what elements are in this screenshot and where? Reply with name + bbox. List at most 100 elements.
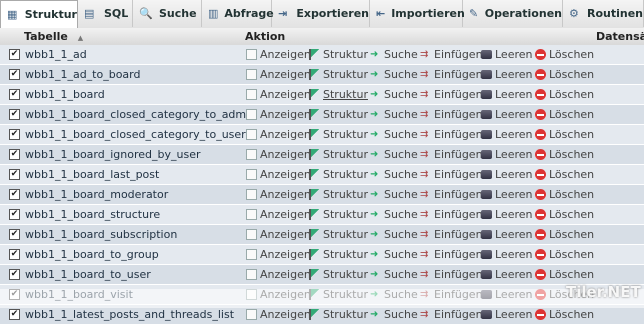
row-checkbox[interactable]: ✔: [9, 169, 20, 180]
action-empty[interactable]: Leeren: [481, 108, 533, 121]
table-name-link[interactable]: wbb1_1_board_closed_category_to_admin: [25, 108, 256, 121]
row-checkbox[interactable]: ✔: [9, 109, 20, 120]
table-name-link[interactable]: wbb1_1_board: [25, 88, 105, 101]
tab-struktur[interactable]: ▦ Struktur: [0, 0, 78, 29]
table-name-link[interactable]: wbb1_1_board_to_group: [25, 248, 159, 261]
action-drop[interactable]: Löschen: [535, 208, 594, 221]
row-checkbox[interactable]: ✔: [9, 249, 20, 260]
action-view[interactable]: Anzeigen: [246, 68, 311, 81]
action-view[interactable]: Anzeigen: [246, 248, 311, 261]
action-structure[interactable]: Struktur: [309, 188, 368, 201]
row-checkbox[interactable]: ✔: [9, 229, 20, 240]
action-search[interactable]: ➜ Suche: [370, 168, 418, 181]
column-header-table[interactable]: Tabelle ▲: [24, 30, 83, 43]
action-empty[interactable]: Leeren: [481, 88, 533, 101]
action-structure[interactable]: Struktur: [309, 128, 368, 141]
action-drop[interactable]: Löschen: [535, 128, 594, 141]
action-drop[interactable]: Löschen: [535, 68, 594, 81]
action-drop[interactable]: Löschen: [535, 148, 594, 161]
action-structure[interactable]: Struktur: [309, 228, 368, 241]
action-search[interactable]: ➜ Suche: [370, 228, 418, 241]
action-view[interactable]: Anzeigen: [246, 108, 311, 121]
action-drop[interactable]: Löschen: [535, 168, 594, 181]
table-name-link[interactable]: wbb1_1_latest_posts_and_threads_list: [25, 308, 234, 321]
action-insert[interactable]: ⇉ Einfügen: [420, 228, 483, 241]
row-checkbox[interactable]: ✔: [9, 189, 20, 200]
action-search[interactable]: ➜ Suche: [370, 48, 418, 61]
action-empty[interactable]: Leeren: [481, 148, 533, 161]
action-insert[interactable]: ⇉ Einfügen: [420, 248, 483, 261]
action-drop[interactable]: Löschen: [535, 188, 594, 201]
action-drop[interactable]: Löschen: [535, 48, 594, 61]
action-search[interactable]: ➜ Suche: [370, 208, 418, 221]
row-checkbox[interactable]: ✔: [9, 209, 20, 220]
tab-operationen[interactable]: ✎ Operationen: [463, 0, 563, 27]
action-empty[interactable]: Leeren: [481, 128, 533, 141]
action-insert[interactable]: ⇉ Einfügen: [420, 68, 483, 81]
row-checkbox[interactable]: ✔: [9, 69, 20, 80]
action-insert[interactable]: ⇉ Einfügen: [420, 188, 483, 201]
action-search[interactable]: ➜ Suche: [370, 188, 418, 201]
action-search[interactable]: ➜ Suche: [370, 128, 418, 141]
action-view[interactable]: Anzeigen: [246, 188, 311, 201]
action-empty[interactable]: Leeren: [481, 208, 533, 221]
action-search[interactable]: ➜ Suche: [370, 148, 418, 161]
action-search[interactable]: ➜ Suche: [370, 248, 418, 261]
action-empty[interactable]: Leeren: [481, 168, 533, 181]
table-name-link[interactable]: wbb1_1_ad: [25, 48, 87, 61]
tab-importieren[interactable]: ⇤ Importieren: [370, 0, 465, 27]
action-drop[interactable]: Löschen: [535, 268, 594, 281]
action-structure[interactable]: Struktur: [309, 88, 368, 101]
action-structure[interactable]: Struktur: [309, 48, 368, 61]
action-insert[interactable]: ⇉ Einfügen: [420, 308, 483, 321]
action-structure[interactable]: Struktur: [309, 148, 368, 161]
action-insert[interactable]: ⇉ Einfügen: [420, 128, 483, 141]
action-drop[interactable]: Löschen: [535, 228, 594, 241]
action-view[interactable]: Anzeigen: [246, 308, 311, 321]
table-name-link[interactable]: wbb1_1_board_subscription: [25, 228, 177, 241]
action-empty[interactable]: Leeren: [481, 248, 533, 261]
action-view[interactable]: Anzeigen: [246, 88, 311, 101]
action-insert[interactable]: ⇉ Einfügen: [420, 108, 483, 121]
action-search[interactable]: ➜ Suche: [370, 68, 418, 81]
tab-exportieren[interactable]: ⇥ Exportieren: [272, 0, 370, 27]
action-structure[interactable]: Struktur: [309, 268, 368, 281]
action-empty[interactable]: Leeren: [481, 268, 533, 281]
row-checkbox[interactable]: ✔: [9, 129, 20, 140]
action-search[interactable]: ➜ Suche: [370, 268, 418, 281]
row-checkbox[interactable]: ✔: [9, 269, 20, 280]
column-header-records[interactable]: Datensätz: [596, 30, 644, 43]
action-empty[interactable]: Leeren: [481, 68, 533, 81]
action-empty[interactable]: Leeren: [481, 308, 533, 321]
action-insert[interactable]: ⇉ Einfügen: [420, 208, 483, 221]
action-empty[interactable]: Leeren: [481, 228, 533, 241]
tab-abfrage[interactable]: ▥ Abfrage: [202, 0, 274, 27]
tab-routinen[interactable]: ⚙ Routinen: [563, 0, 644, 27]
action-structure[interactable]: Struktur: [309, 68, 368, 81]
action-insert[interactable]: ⇉ Einfügen: [420, 88, 483, 101]
action-view[interactable]: Anzeigen: [246, 148, 311, 161]
action-search[interactable]: ➜ Suche: [370, 108, 418, 121]
row-checkbox[interactable]: ✔: [9, 89, 20, 100]
action-drop[interactable]: Löschen: [535, 248, 594, 261]
tab-suche[interactable]: 🔍 Suche: [133, 0, 202, 27]
row-checkbox[interactable]: ✔: [9, 309, 20, 320]
table-name-link[interactable]: wbb1_1_board_structure: [25, 208, 160, 221]
row-checkbox[interactable]: ✔: [9, 149, 20, 160]
action-insert[interactable]: ⇉ Einfügen: [420, 148, 483, 161]
table-name-link[interactable]: wbb1_1_ad_to_board: [25, 68, 141, 81]
action-view[interactable]: Anzeigen: [246, 128, 311, 141]
table-name-link[interactable]: wbb1_1_board_ignored_by_user: [25, 148, 200, 161]
action-insert[interactable]: ⇉ Einfügen: [420, 48, 483, 61]
table-name-link[interactable]: wbb1_1_board_last_post: [25, 168, 159, 181]
action-empty[interactable]: Leeren: [481, 188, 533, 201]
action-view[interactable]: Anzeigen: [246, 168, 311, 181]
row-checkbox[interactable]: ✔: [9, 49, 20, 60]
table-name-link[interactable]: wbb1_1_board_to_user: [25, 268, 151, 281]
action-structure[interactable]: Struktur: [309, 308, 368, 321]
table-name-link[interactable]: wbb1_1_board_closed_category_to_user: [25, 128, 246, 141]
tab-sql[interactable]: ▤ SQL: [78, 0, 133, 27]
action-view[interactable]: Anzeigen: [246, 208, 311, 221]
action-search[interactable]: ➜ Suche: [370, 88, 418, 101]
action-drop[interactable]: Löschen: [535, 108, 594, 121]
